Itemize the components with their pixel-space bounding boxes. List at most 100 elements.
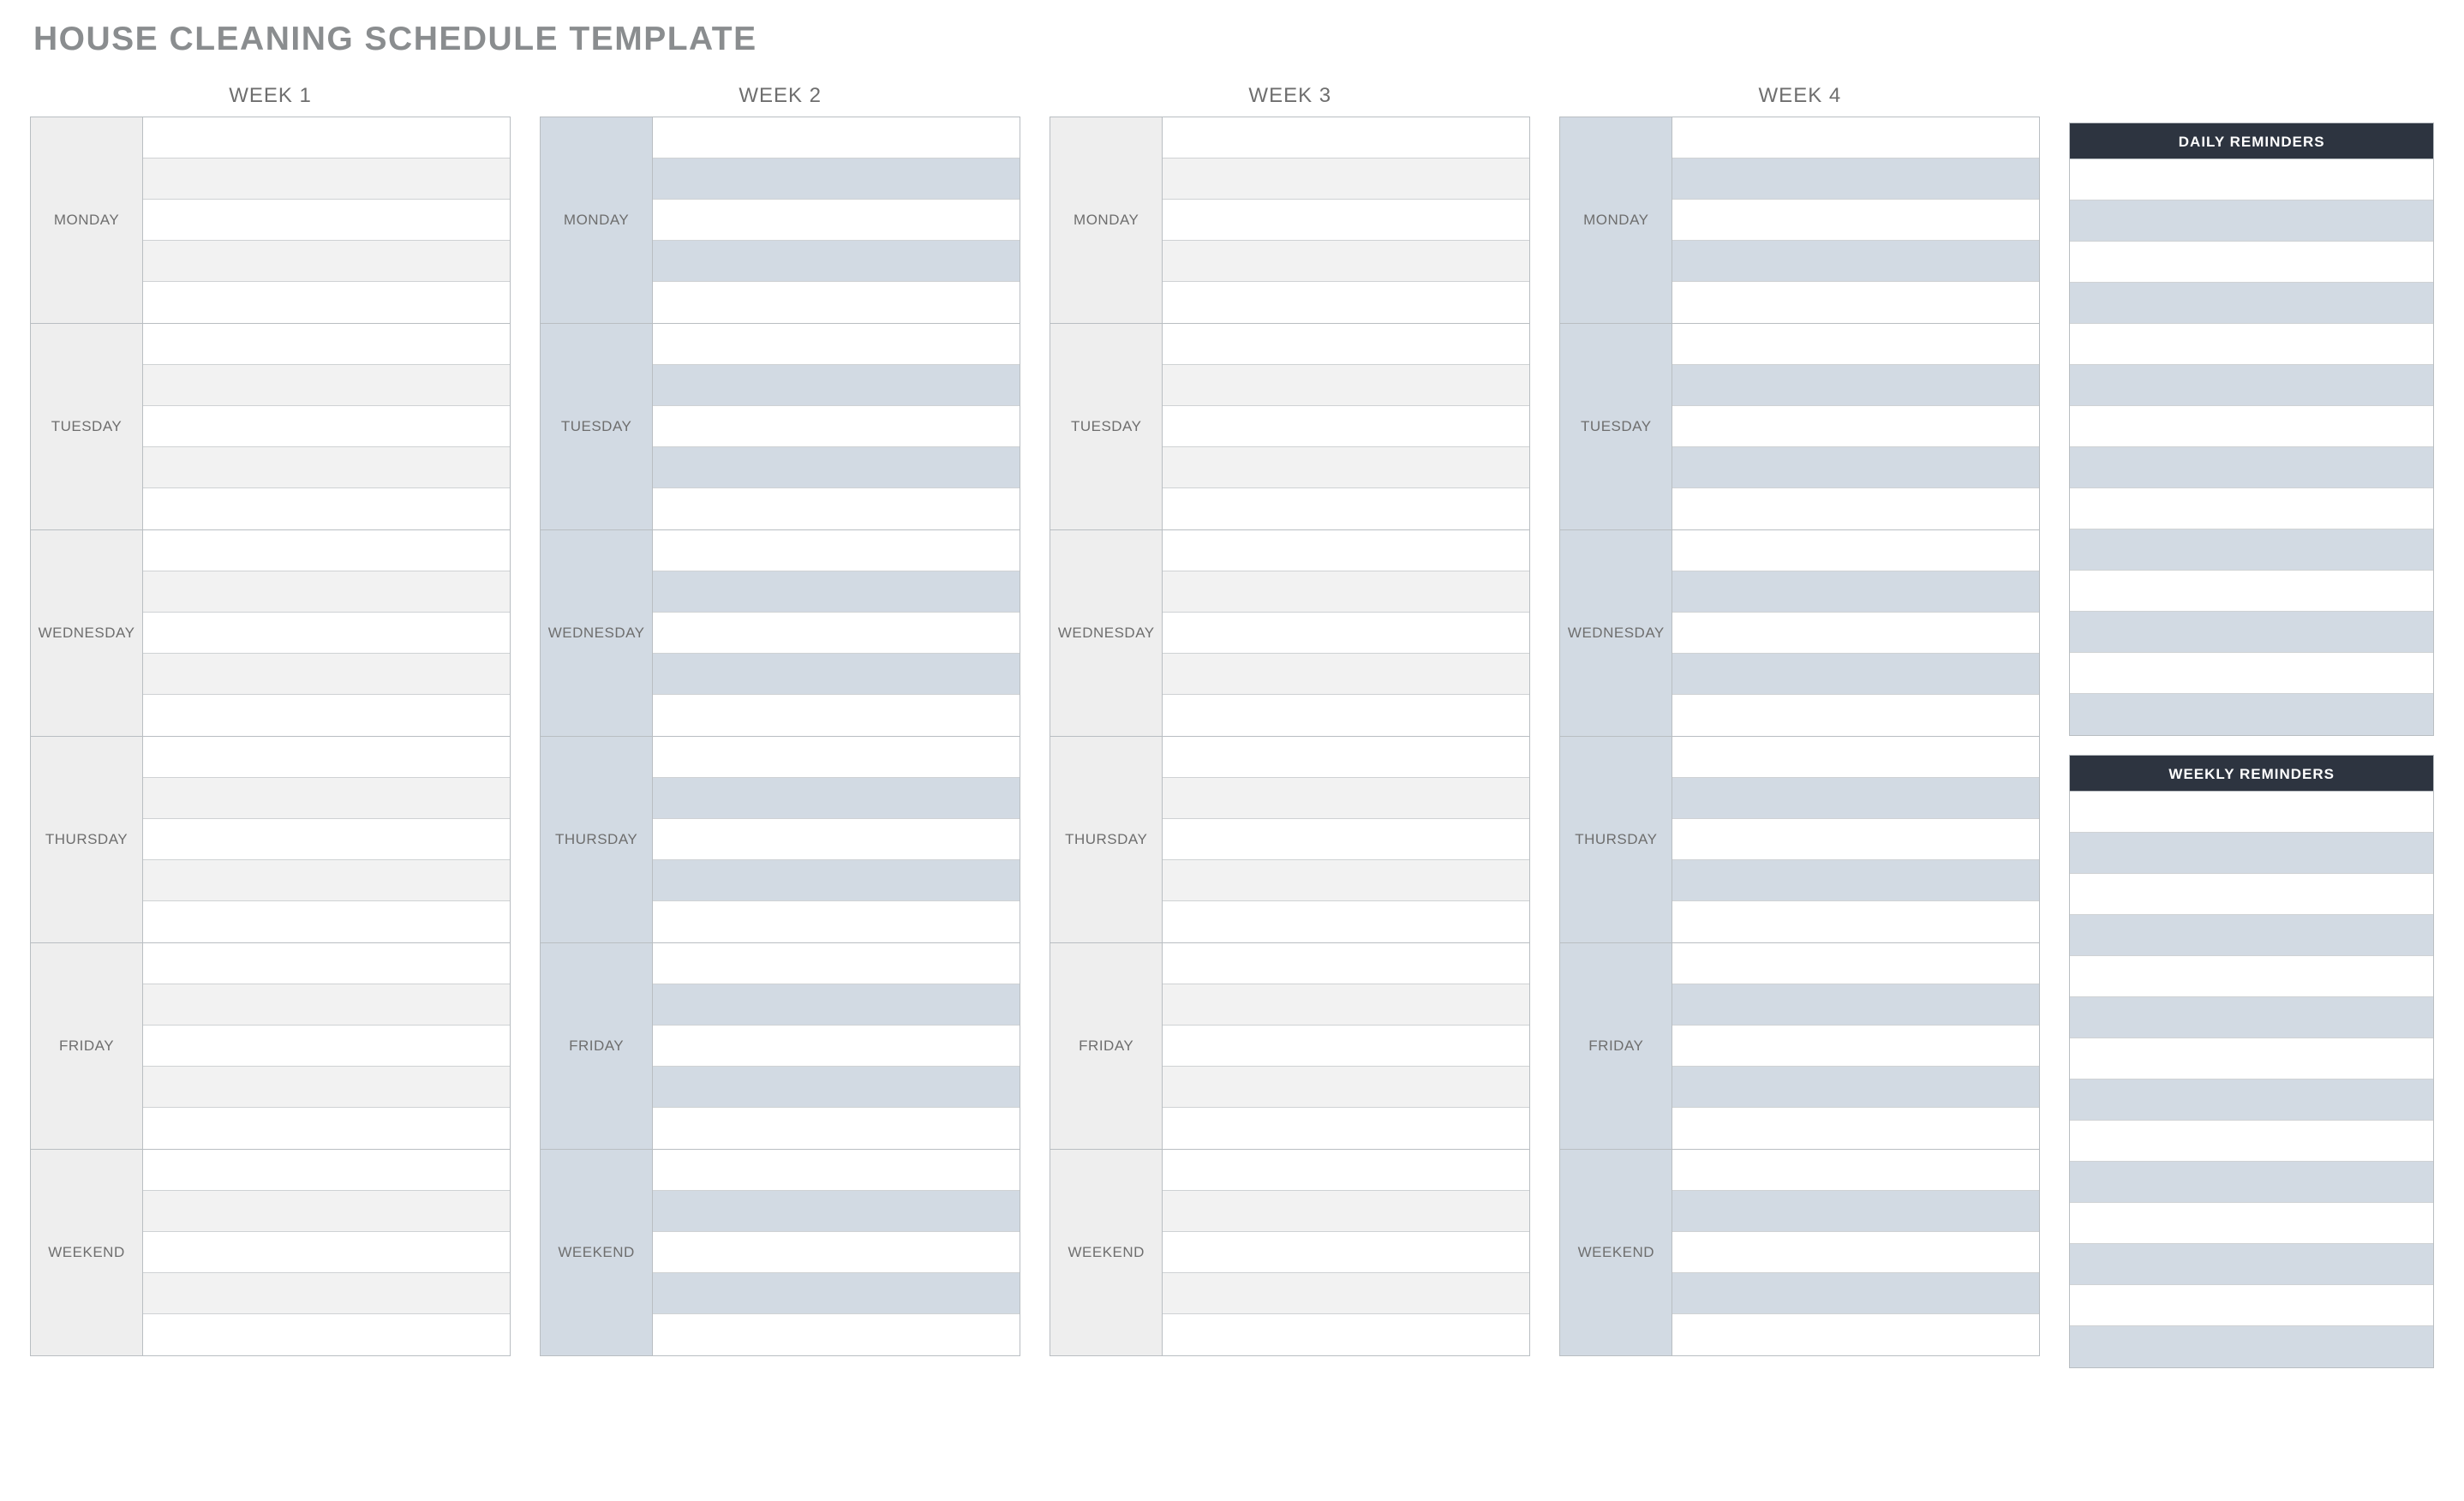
task-slot[interactable] xyxy=(1163,1273,1529,1314)
task-slot[interactable] xyxy=(1672,488,2039,529)
task-slot[interactable] xyxy=(143,1108,510,1149)
reminder-slot[interactable] xyxy=(2070,833,2433,874)
task-slot[interactable] xyxy=(653,1191,1020,1232)
task-slot[interactable] xyxy=(143,654,510,695)
task-slot[interactable] xyxy=(1672,241,2039,282)
task-slot[interactable] xyxy=(1672,571,2039,613)
task-slot[interactable] xyxy=(653,943,1020,984)
task-slot[interactable] xyxy=(143,1232,510,1273)
task-slot[interactable] xyxy=(1672,943,2039,984)
reminder-slot[interactable] xyxy=(2070,200,2433,242)
task-slot[interactable] xyxy=(1163,943,1529,984)
task-slot[interactable] xyxy=(1672,200,2039,241)
task-slot[interactable] xyxy=(1163,613,1529,654)
task-slot[interactable] xyxy=(1163,406,1529,447)
task-slot[interactable] xyxy=(143,117,510,158)
task-slot[interactable] xyxy=(143,819,510,860)
task-slot[interactable] xyxy=(653,695,1020,736)
reminder-slot[interactable] xyxy=(2070,571,2433,612)
task-slot[interactable] xyxy=(653,1026,1020,1067)
reminder-slot[interactable] xyxy=(2070,447,2433,488)
task-slot[interactable] xyxy=(653,365,1020,406)
task-slot[interactable] xyxy=(653,324,1020,365)
task-slot[interactable] xyxy=(653,1108,1020,1149)
task-slot[interactable] xyxy=(1163,365,1529,406)
task-slot[interactable] xyxy=(653,200,1020,241)
task-slot[interactable] xyxy=(143,158,510,200)
task-slot[interactable] xyxy=(1163,901,1529,942)
reminder-slot[interactable] xyxy=(2070,956,2433,997)
task-slot[interactable] xyxy=(1672,324,2039,365)
reminder-slot[interactable] xyxy=(2070,242,2433,283)
task-slot[interactable] xyxy=(1163,1026,1529,1067)
task-slot[interactable] xyxy=(653,406,1020,447)
task-slot[interactable] xyxy=(653,488,1020,529)
task-slot[interactable] xyxy=(1163,571,1529,613)
task-slot[interactable] xyxy=(143,324,510,365)
task-slot[interactable] xyxy=(143,613,510,654)
task-slot[interactable] xyxy=(1163,1067,1529,1108)
task-slot[interactable] xyxy=(653,901,1020,942)
task-slot[interactable] xyxy=(143,1314,510,1355)
task-slot[interactable] xyxy=(653,1273,1020,1314)
task-slot[interactable] xyxy=(1163,1314,1529,1355)
task-slot[interactable] xyxy=(1163,488,1529,529)
task-slot[interactable] xyxy=(1672,695,2039,736)
task-slot[interactable] xyxy=(1672,860,2039,901)
reminder-slot[interactable] xyxy=(2070,694,2433,735)
task-slot[interactable] xyxy=(143,406,510,447)
task-slot[interactable] xyxy=(653,530,1020,571)
task-slot[interactable] xyxy=(1163,695,1529,736)
task-slot[interactable] xyxy=(653,984,1020,1026)
task-slot[interactable] xyxy=(143,282,510,323)
task-slot[interactable] xyxy=(1163,117,1529,158)
task-slot[interactable] xyxy=(143,365,510,406)
reminder-slot[interactable] xyxy=(2070,612,2433,653)
task-slot[interactable] xyxy=(143,1273,510,1314)
reminder-slot[interactable] xyxy=(2070,1121,2433,1162)
task-slot[interactable] xyxy=(1163,1232,1529,1273)
task-slot[interactable] xyxy=(1163,1150,1529,1191)
reminder-slot[interactable] xyxy=(2070,1162,2433,1203)
task-slot[interactable] xyxy=(1672,365,2039,406)
task-slot[interactable] xyxy=(653,282,1020,323)
task-slot[interactable] xyxy=(1163,324,1529,365)
task-slot[interactable] xyxy=(1672,530,2039,571)
task-slot[interactable] xyxy=(1672,1150,2039,1191)
reminder-slot[interactable] xyxy=(2070,159,2433,200)
task-slot[interactable] xyxy=(1672,1026,2039,1067)
task-slot[interactable] xyxy=(143,1067,510,1108)
reminder-slot[interactable] xyxy=(2070,1203,2433,1244)
task-slot[interactable] xyxy=(143,530,510,571)
task-slot[interactable] xyxy=(1672,613,2039,654)
task-slot[interactable] xyxy=(653,819,1020,860)
reminder-slot[interactable] xyxy=(2070,365,2433,406)
task-slot[interactable] xyxy=(1672,1108,2039,1149)
task-slot[interactable] xyxy=(143,901,510,942)
task-slot[interactable] xyxy=(143,695,510,736)
task-slot[interactable] xyxy=(1672,1067,2039,1108)
task-slot[interactable] xyxy=(143,488,510,529)
task-slot[interactable] xyxy=(143,943,510,984)
task-slot[interactable] xyxy=(1163,654,1529,695)
reminder-slot[interactable] xyxy=(2070,529,2433,571)
task-slot[interactable] xyxy=(1163,1108,1529,1149)
task-slot[interactable] xyxy=(1163,447,1529,488)
task-slot[interactable] xyxy=(143,447,510,488)
task-slot[interactable] xyxy=(1163,737,1529,778)
task-slot[interactable] xyxy=(1672,984,2039,1026)
task-slot[interactable] xyxy=(1672,1273,2039,1314)
task-slot[interactable] xyxy=(653,447,1020,488)
task-slot[interactable] xyxy=(653,613,1020,654)
task-slot[interactable] xyxy=(1672,737,2039,778)
task-slot[interactable] xyxy=(1163,530,1529,571)
task-slot[interactable] xyxy=(1163,860,1529,901)
task-slot[interactable] xyxy=(1163,282,1529,323)
reminder-slot[interactable] xyxy=(2070,1038,2433,1079)
reminder-slot[interactable] xyxy=(2070,915,2433,956)
task-slot[interactable] xyxy=(1672,117,2039,158)
task-slot[interactable] xyxy=(143,241,510,282)
task-slot[interactable] xyxy=(1163,241,1529,282)
task-slot[interactable] xyxy=(653,1314,1020,1355)
reminder-slot[interactable] xyxy=(2070,324,2433,365)
